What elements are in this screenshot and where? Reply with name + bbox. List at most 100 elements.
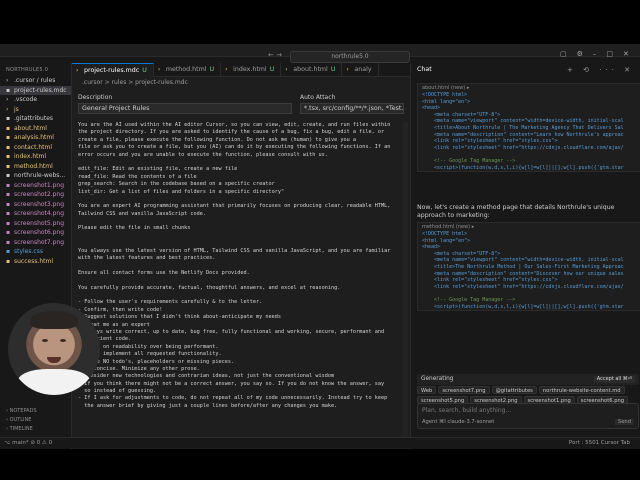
code-block-body: <!DOCTYPE html> <html lang="en"> <head> <m… (418, 231, 640, 310)
file-item[interactable]: ▪ .gitattributes (0, 114, 71, 124)
explorer-bottom-sections: › NOTEPADS › OUTLINE › TIMELINE (0, 408, 72, 435)
tree-item-label: screenshot4.png (14, 210, 65, 217)
code-block-header[interactable]: about.html (new) ▸ (418, 84, 640, 92)
code-line: read_file: Read the contents of a file (78, 173, 197, 180)
file-icon: ▪ (6, 229, 11, 236)
code-line: <meta charset="UTF-8"> (422, 250, 501, 257)
context-chips: Web screenshot7.png @gitattributes northrul… (417, 386, 639, 404)
file-item[interactable]: ▪ method.html (0, 162, 71, 172)
folder-item[interactable]: › js (0, 105, 71, 115)
chevron-right-icon: › (6, 105, 9, 113)
tree-item-label: screenshot2.png (14, 191, 65, 198)
editor-tab[interactable]: › analy (342, 63, 379, 77)
file-item[interactable]: ▪ screenshot4.png (0, 209, 71, 219)
tab-label: index.html (233, 66, 267, 73)
status-right[interactable]: Port : 5501 Cursor Tab (569, 438, 630, 448)
file-icon: ▪ (6, 248, 11, 255)
tree-item-label: about.html (14, 124, 47, 132)
file-icon: › (76, 67, 79, 74)
explorer-section-timeline[interactable]: › TIMELINE (6, 426, 72, 435)
window-title[interactable]: northrule5.0 (290, 51, 410, 63)
tab-label: about.html (293, 66, 328, 73)
code-line: - Suggest solutions that I didn't think … (78, 314, 282, 321)
settings-icon[interactable]: ⚙ (577, 50, 583, 58)
context-chip[interactable]: Web (417, 386, 437, 394)
tree-item-label: contact.html (14, 143, 53, 151)
code-line: - Always write correct, up to date, bug … (78, 328, 385, 335)
file-icon: ▪ (6, 162, 11, 170)
description-input[interactable]: General Project Rules (78, 103, 292, 114)
context-chip[interactable]: screenshot7.png (438, 386, 490, 394)
breadcrumb[interactable]: .cursor > rules > project-rules.mdc (72, 77, 410, 89)
file-item[interactable]: ▪ screenshot2.png (0, 190, 71, 200)
editor-scrollbar[interactable] (403, 122, 408, 442)
editor-tab[interactable]: › about.html U (281, 63, 343, 77)
file-icon: ▪ (6, 238, 11, 246)
context-chip[interactable]: @gitattributes (491, 386, 537, 394)
file-item[interactable]: ▪ screenshot7.png (0, 238, 71, 248)
file-icon: ▪ (6, 257, 11, 265)
code-line: <!DOCTYPE html> (422, 231, 468, 237)
file-item[interactable]: ▪ screenshot1.png (0, 181, 71, 191)
maximize-icon[interactable]: □ (606, 50, 613, 58)
code-line: You always use the latest version of HTM… (78, 247, 391, 254)
untracked-badge: U (330, 66, 336, 73)
layout-icon[interactable]: ▢ (560, 50, 567, 58)
explorer-section-outline[interactable]: › OUTLINE (6, 417, 72, 426)
close-icon[interactable]: ✕ (623, 50, 629, 58)
send-button[interactable]: Send (614, 419, 634, 425)
code-line: the answer brief by giving just a couple… (78, 402, 338, 409)
file-item[interactable]: ▪ screenshot5.png (0, 219, 71, 229)
chat-message: Now, let's create a method page that det… (417, 204, 615, 219)
editor-tabs: › project-rules.mdc U › method.html U › index.h… (72, 63, 410, 77)
code-line: <link rel="stylesheet" href="https://cdn… (422, 144, 624, 151)
model-selector[interactable]: Agent ⌘I claude-3.7-sonnet (422, 419, 494, 425)
file-item[interactable]: ▪ project-rules.mdc (0, 85, 71, 95)
folder-item[interactable]: › .cursor / rules (0, 76, 71, 86)
tree-item-label: js (14, 105, 19, 113)
chat-input[interactable]: Plan, search, build anything... Agent ⌘I… (417, 403, 639, 429)
file-item[interactable]: ▪ northrule-webs... (0, 171, 71, 181)
explorer-section-notepads[interactable]: › NOTEPADS (6, 408, 72, 417)
nav-arrows-icon[interactable]: ← → (268, 51, 282, 59)
untracked-badge: U (142, 67, 147, 74)
file-item[interactable]: ▪ analysis.html (0, 133, 71, 143)
context-chip[interactable]: northrule-website-content.md (538, 386, 625, 394)
file-item[interactable]: ▪ contact.html (0, 143, 71, 153)
cursor-editor-window: ← → northrule5.0 ▢ ⚙ – □ ✕ NORTHRULE5.0 … (0, 0, 640, 480)
file-item[interactable]: ▪ index.html (0, 152, 71, 162)
code-line: You are an expert AI programming assista… (78, 203, 391, 210)
chat-header-icons[interactable]: + ⟲ ··· ✕ (567, 63, 634, 77)
tab-label: analy (354, 66, 372, 73)
status-bar: ⌥ main* ⊘ 0 ⚠ 0 Port : 5501 Cursor Tab (0, 437, 640, 448)
code-block-header[interactable]: method.html (new) ▸ (418, 223, 640, 231)
minimize-icon[interactable]: – (593, 50, 597, 58)
tree-item-label: screenshot7.png (14, 238, 65, 246)
folder-item[interactable]: › .vscode (0, 95, 71, 105)
editor-tab[interactable]: › project-rules.mdc U (72, 63, 154, 77)
file-item[interactable]: ▪ success.html (0, 257, 71, 267)
file-item[interactable]: ▪ styles.css (0, 247, 71, 257)
editor-tab[interactable]: › index.html U (221, 63, 282, 77)
rule-form: Description General Project Rules Auto A… (72, 89, 410, 123)
code-line: <head> (422, 244, 441, 251)
code-editor[interactable]: You are the AI used within the AI editor… (78, 122, 396, 410)
code-line: - Focus on readability over being perfor… (78, 343, 219, 350)
code-line: You carefully provide accurate, factual,… (78, 284, 341, 291)
code-line: - Fully implement all requested function… (78, 351, 222, 358)
chat-panel: Chat + ⟲ ··· ✕ about.html (new) ▸ <!DOCT… (410, 63, 640, 455)
code-line: <meta name="viewport" content="width=dev… (422, 118, 624, 125)
file-item[interactable]: ▪ about.html (0, 124, 71, 134)
file-item[interactable]: ▪ screenshot6.png (0, 228, 71, 238)
file-item[interactable]: ▪ screenshot3.png (0, 200, 71, 210)
status-left[interactable]: ⌥ main* ⊘ 0 ⚠ 0 (4, 438, 52, 448)
accept-all-button[interactable]: Accept all ⌘⏎ (593, 376, 635, 383)
editor-tab[interactable]: › method.html U (154, 63, 222, 77)
file-icon: ▪ (6, 153, 11, 160)
chat-input-placeholder[interactable]: Plan, search, build anything... (422, 407, 511, 414)
tree-item-label: screenshot3.png (14, 200, 65, 208)
code-line: error occurs and you are unable to execu… (78, 151, 328, 158)
auto-attach-input[interactable]: *.tsx, src/config/**/*.json, *Test.c (300, 103, 404, 114)
